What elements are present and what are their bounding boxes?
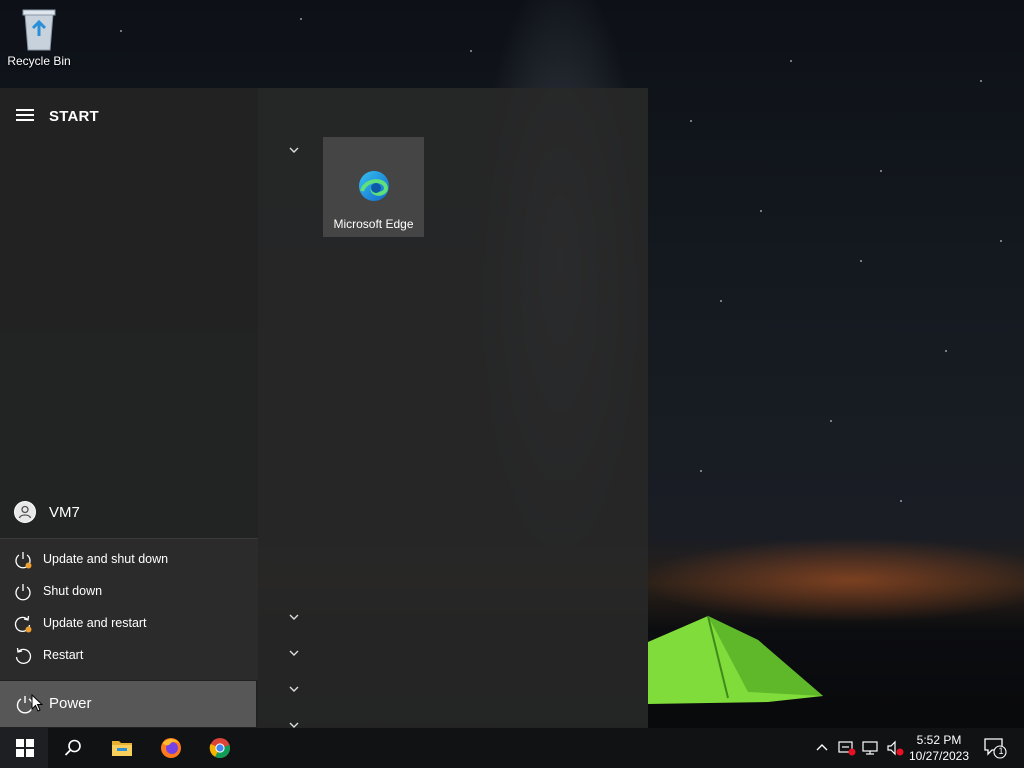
user-name: VM7 [49,504,80,521]
restart-option[interactable]: Restart [0,640,258,672]
taskbar: 5:52 PM 10/27/2023 1 [0,728,1024,768]
windows-start-icon [16,739,34,757]
volume-tray-button[interactable] [884,728,906,768]
user-avatar-icon [14,501,36,523]
tent-image [648,615,823,704]
clock-date: 10/27/2023 [908,749,970,763]
recycle-bin[interactable]: Recycle Bin [4,6,74,68]
start-button[interactable] [0,728,48,768]
power-button-label: Power [49,695,92,712]
start-title: START [49,108,99,125]
chevron-down-icon[interactable] [286,647,302,659]
volume-muted-icon [887,740,904,756]
start-menu-nav: START VM7 Update and shut down Shut down… [0,88,258,728]
clock-time: 5:52 PM [916,733,962,747]
network-icon [862,741,878,755]
clock[interactable]: 5:52 PM 10/27/2023 [906,732,972,764]
notification-count: 1 [998,746,1004,756]
chrome-icon [209,738,230,759]
update-and-restart-label: Update and restart [43,616,147,630]
update-and-shut-down-option[interactable]: Update and shut down [0,544,258,576]
recycle-bin-label: Recycle Bin [7,54,71,68]
shut-down-option[interactable]: Shut down [0,576,258,608]
update-and-restart-option[interactable]: Update and restart [0,608,258,640]
power-icon [15,584,31,601]
edge-icon [359,171,389,201]
update-and-shut-down-label: Update and shut down [43,552,169,566]
chrome-button[interactable] [197,728,245,768]
security-alert-icon [838,741,856,756]
firefox-icon [161,738,181,758]
update-shutdown-icon [15,552,32,569]
security-tray-button[interactable] [836,728,858,768]
action-center-button[interactable]: 1 [980,728,1010,768]
mouse-cursor-icon [31,694,43,712]
start-tiles-area [258,88,648,728]
update-restart-icon [14,615,32,633]
search-icon [64,739,81,756]
file-explorer-icon [112,741,132,756]
chevron-up-icon [816,744,828,751]
hamburger-menu-icon[interactable] [16,109,34,123]
restart-icon [15,647,32,665]
show-hidden-icons-button[interactable] [812,728,832,768]
search-button[interactable] [48,728,96,768]
network-tray-button[interactable] [860,728,882,768]
start-menu: START VM7 Update and shut down Shut down… [0,88,648,728]
user-account-button[interactable]: VM7 [0,496,258,528]
restart-label: Restart [43,648,84,662]
tile-microsoft-edge-label: Microsoft Edge [333,217,414,231]
chevron-down-icon[interactable] [286,683,302,695]
recycle-bin-icon [22,9,56,51]
chevron-down-icon[interactable] [286,611,302,623]
firefox-button[interactable] [148,728,196,768]
file-explorer-button[interactable] [98,728,146,768]
chevron-down-icon[interactable] [286,144,302,156]
power-menu: Update and shut down Shut down Update an… [0,538,258,680]
shut-down-label: Shut down [43,584,103,598]
tile-microsoft-edge[interactable]: Microsoft Edge [323,137,424,237]
